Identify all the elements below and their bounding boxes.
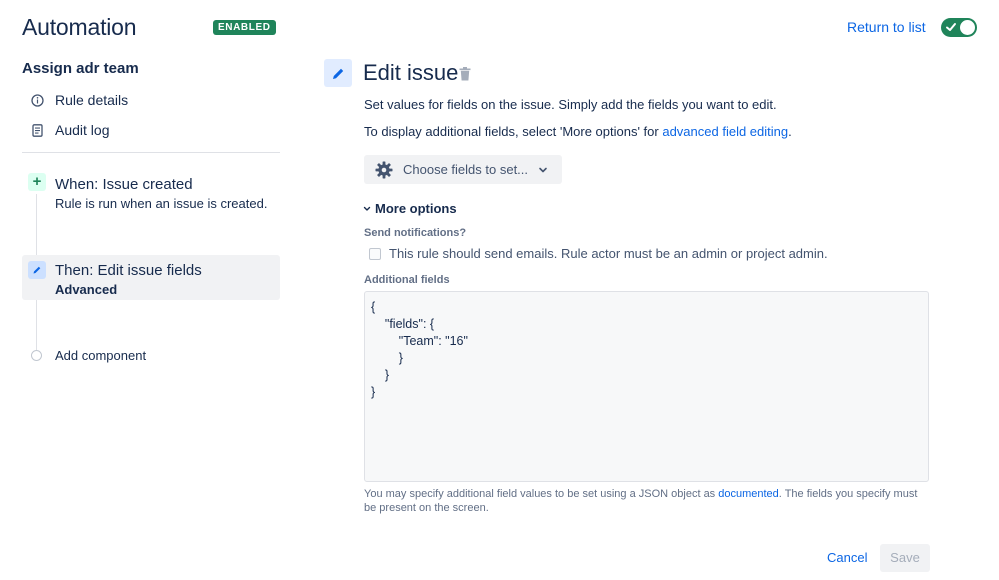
info-icon: [30, 93, 44, 107]
additional-fields-json-editor[interactable]: { "fields": { "Team": "16" } } }: [364, 291, 929, 482]
description-prefix: To display additional fields, select 'Mo…: [364, 124, 663, 139]
gear-icon: [375, 161, 393, 178]
sidebar-divider: [22, 152, 280, 153]
app-title: Automation: [22, 14, 137, 40]
sidebar-item-rule-details[interactable]: Rule details: [30, 92, 128, 108]
document-icon: [30, 123, 44, 137]
description-suffix: .: [788, 124, 792, 139]
chevron-down-icon: [363, 206, 371, 211]
trash-icon[interactable]: [459, 67, 471, 81]
send-emails-checkbox-label[interactable]: This rule should send emails. Rule actor…: [389, 246, 828, 261]
trigger-description: Rule is run when an issue is created.: [55, 196, 268, 211]
advanced-editing-description: To display additional fields, select 'Mo…: [364, 124, 792, 139]
documented-link[interactable]: documented: [718, 488, 779, 500]
sidebar-item-label: Audit log: [55, 122, 110, 138]
more-options-label: More options: [375, 201, 457, 216]
help-prefix: You may specify additional field values …: [364, 488, 719, 500]
sidebar-item-audit-log[interactable]: Audit log: [30, 122, 109, 138]
action-title: Then: Edit issue fields: [55, 262, 202, 279]
action-subtitle: Advanced: [55, 282, 118, 297]
send-emails-checkbox[interactable]: [369, 248, 381, 260]
cancel-button[interactable]: Cancel: [818, 544, 876, 572]
toggle-knob: [960, 20, 975, 35]
return-to-list-link[interactable]: Return to list: [847, 19, 926, 35]
rule-enabled-toggle[interactable]: [941, 18, 977, 37]
choose-fields-dropdown[interactable]: Choose fields to set...: [364, 155, 562, 184]
choose-fields-label: Choose fields to set...: [403, 162, 529, 177]
trigger-title[interactable]: When: Issue created: [55, 176, 193, 193]
more-options-toggle[interactable]: More options: [363, 201, 457, 216]
rule-name: Assign adr team: [22, 60, 139, 77]
pencil-icon: [324, 59, 352, 87]
plus-icon: +: [28, 173, 46, 191]
add-component-dot-icon: [31, 350, 42, 361]
sidebar-item-label: Rule details: [55, 92, 129, 108]
description-text: Set values for fields on the issue. Simp…: [364, 97, 777, 112]
save-button[interactable]: Save: [880, 544, 930, 572]
page-title: Edit issue: [363, 60, 459, 85]
advanced-field-editing-link[interactable]: advanced field editing: [662, 124, 788, 139]
add-component-button[interactable]: Add component: [55, 348, 146, 363]
additional-fields-help-text: You may specify additional field values …: [364, 487, 929, 515]
additional-fields-label: Additional fields: [364, 274, 450, 286]
pencil-icon: [28, 261, 46, 279]
check-icon: [946, 23, 956, 31]
send-notifications-label: Send notifications?: [364, 227, 467, 239]
chevron-down-icon: [539, 167, 547, 172]
status-badge: ENABLED: [213, 20, 276, 35]
